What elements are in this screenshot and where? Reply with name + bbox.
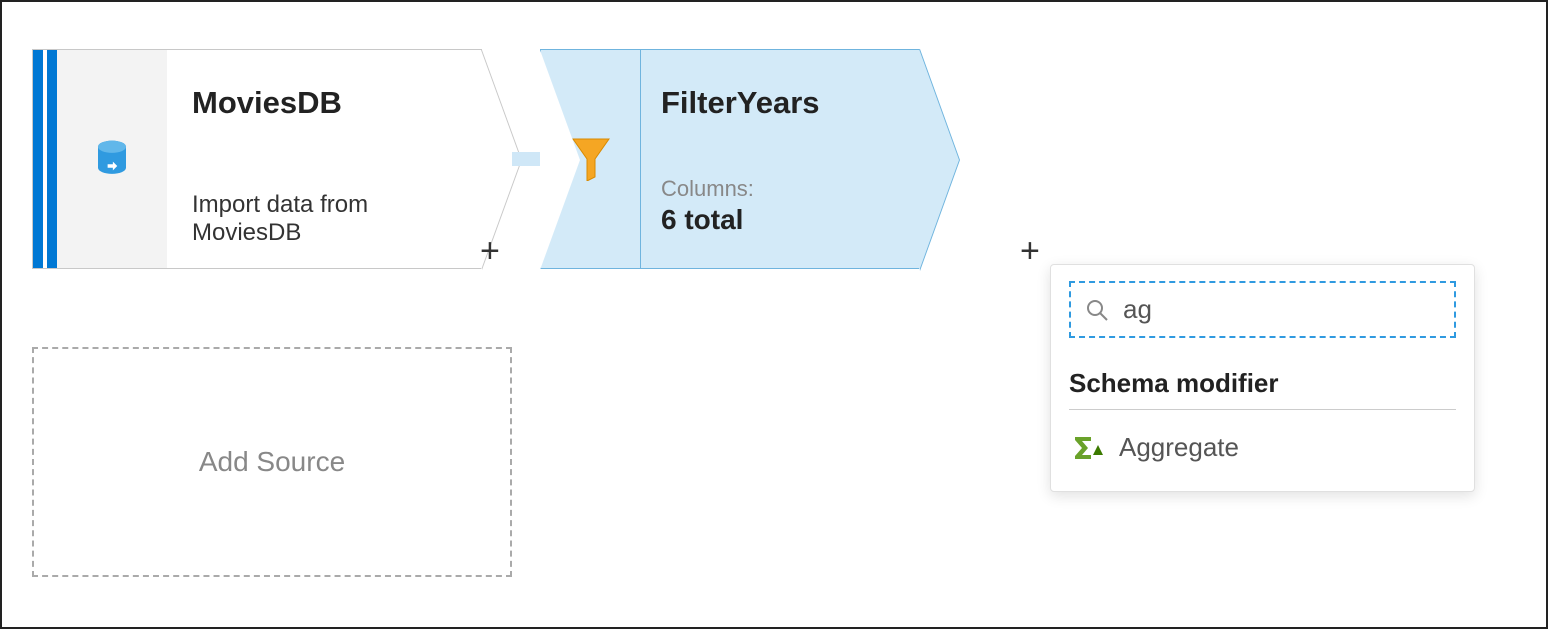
selection-stripe: [33, 50, 43, 268]
add-source-placeholder[interactable]: Add Source: [32, 347, 512, 577]
database-icon: [91, 138, 133, 180]
filter-columns-label: Columns:: [661, 176, 899, 202]
selection-stripe: [47, 50, 57, 268]
add-step-after-filter-button[interactable]: +: [1020, 232, 1040, 271]
filter-title: FilterYears: [661, 85, 899, 121]
source-icon-column: [57, 50, 167, 268]
add-step-after-source-button[interactable]: +: [480, 232, 500, 271]
filter-columns-value: 6 total: [661, 204, 899, 236]
add-source-label: Add Source: [199, 446, 345, 478]
source-node[interactable]: MoviesDB Import data from MoviesDB: [32, 49, 482, 269]
dropdown-item-label: Aggregate: [1119, 432, 1239, 463]
flow-connector: [512, 152, 542, 166]
source-description: Import data from MoviesDB: [192, 191, 456, 247]
search-icon: [1085, 298, 1109, 322]
transformation-dropdown: Schema modifier Aggregate: [1050, 264, 1475, 492]
source-title: MoviesDB: [192, 85, 456, 121]
dropdown-section-title: Schema modifier: [1069, 368, 1456, 410]
filter-node[interactable]: FilterYears Columns: 6 total: [540, 49, 920, 269]
dropdown-search[interactable]: [1069, 281, 1456, 338]
search-input[interactable]: [1121, 293, 1460, 326]
filter-icon-column: [541, 50, 641, 268]
funnel-icon: [571, 137, 611, 181]
dropdown-item-aggregate[interactable]: Aggregate: [1069, 424, 1456, 471]
filter-body: FilterYears Columns: 6 total: [641, 50, 919, 268]
aggregate-icon: [1073, 435, 1103, 461]
source-body: MoviesDB Import data from MoviesDB: [167, 50, 481, 268]
